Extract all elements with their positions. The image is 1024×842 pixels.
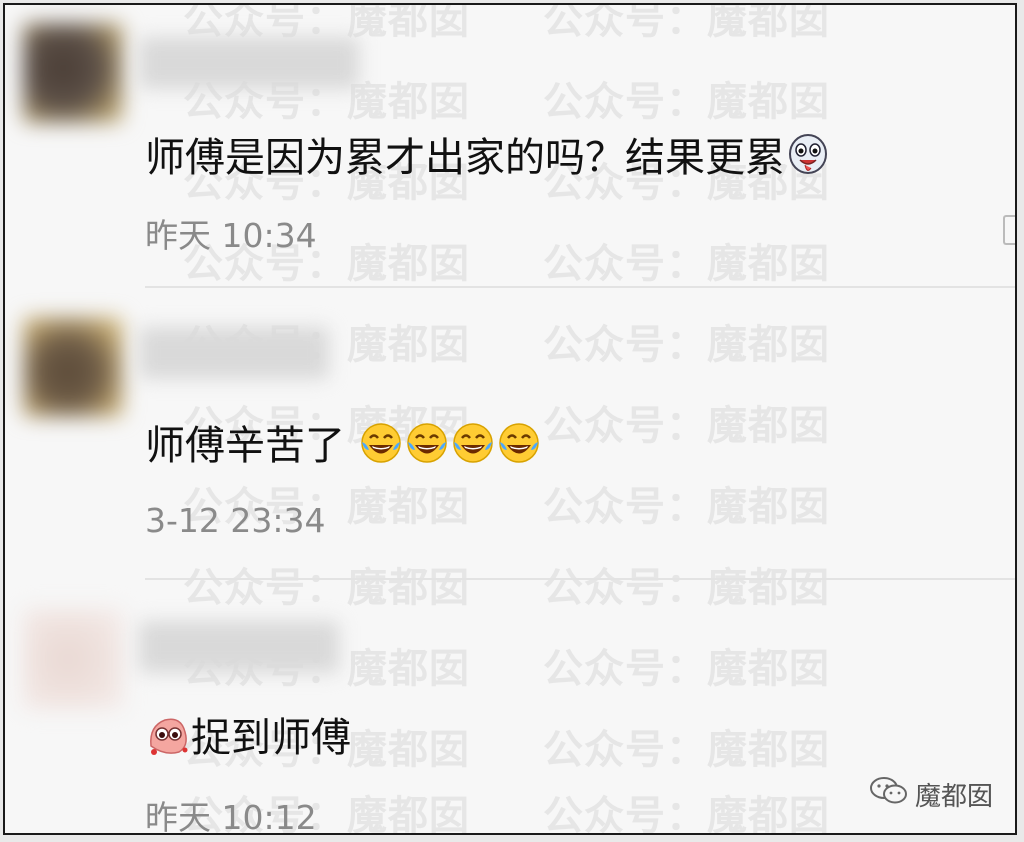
username-blurred[interactable] <box>139 327 329 379</box>
comment-time: 昨天 10:12 <box>145 798 317 835</box>
watermark: 公众号：魔都囡 <box>543 646 830 692</box>
screenshot-frame: 公众号：魔都囡 公众号：魔都囡 公众号：魔都囡 公众号：魔都囡 公众号：魔都囡 … <box>3 3 1017 835</box>
monster-emoji <box>145 712 191 768</box>
watermark: 公众号：魔都囡 <box>543 79 830 125</box>
like-icon[interactable] <box>1003 215 1015 245</box>
username-blurred[interactable] <box>139 621 339 673</box>
emoji-group <box>345 423 542 469</box>
wechat-icon <box>869 776 909 813</box>
watermark: 公众号：魔都囡 <box>183 565 470 611</box>
watermark: 公众号：魔都囡 <box>543 241 830 287</box>
tears-of-joy-emoji <box>450 420 496 476</box>
watermark: 公众号：魔都囡 <box>543 3 830 43</box>
brand-mark: 魔都囡 <box>869 776 993 813</box>
tears-of-joy-emoji <box>404 420 450 476</box>
brand-label: 魔都囡 <box>914 782 993 812</box>
comment-time: 昨天 10:34 <box>145 216 317 255</box>
tears-of-joy-emoji <box>358 420 404 476</box>
watermark: 公众号：魔都囡 <box>543 793 830 835</box>
username-blurred[interactable] <box>139 37 359 89</box>
avatar[interactable] <box>23 23 123 123</box>
watermark: 公众号：魔都囡 <box>543 322 830 368</box>
divider <box>145 286 1015 288</box>
comment-text: 师傅是因为累才出家的吗？结果更累 <box>145 125 831 188</box>
watermark: 公众号：魔都囡 <box>543 565 830 611</box>
avatar[interactable] <box>23 317 123 417</box>
ghost-emoji <box>785 132 831 188</box>
watermark: 公众号：魔都囡 <box>543 484 830 530</box>
comment-text: 捉到师傅 <box>145 705 351 768</box>
watermark: 公众号：魔都囡 <box>543 403 830 449</box>
watermark: 公众号：魔都囡 <box>543 727 830 773</box>
tears-of-joy-emoji <box>496 420 542 476</box>
divider <box>145 578 1015 580</box>
avatar[interactable] <box>23 609 123 709</box>
comment-text: 师傅辛苦了 <box>145 413 542 476</box>
comment-time: 3-12 23:34 <box>145 501 326 540</box>
